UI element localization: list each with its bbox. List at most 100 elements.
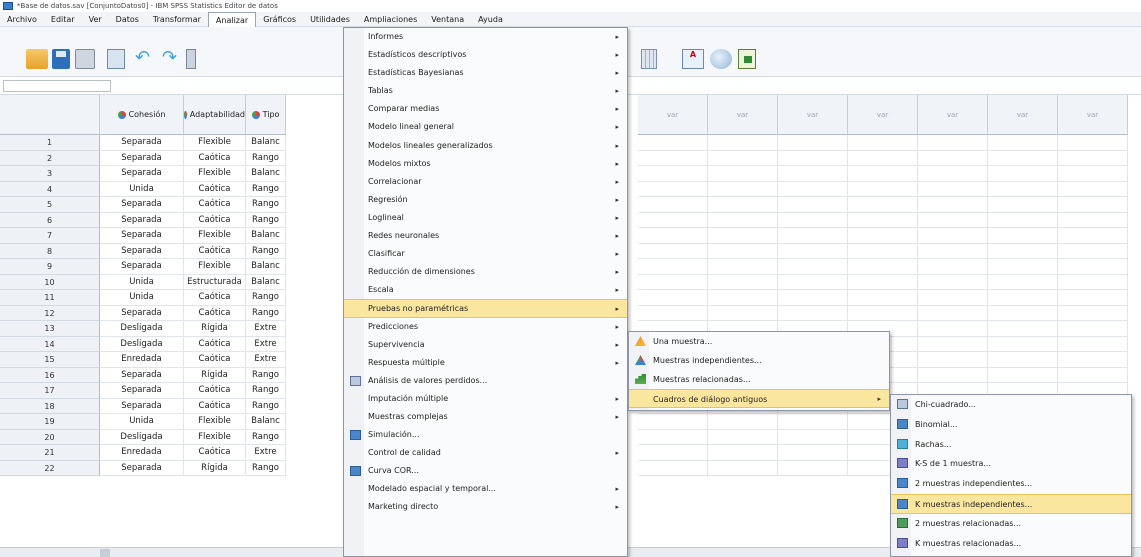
empty-cell[interactable] xyxy=(778,150,848,166)
empty-column-header[interactable]: var xyxy=(848,95,918,135)
empty-column-header[interactable]: var xyxy=(918,95,988,135)
empty-cell[interactable] xyxy=(638,414,708,430)
split-file-icon[interactable] xyxy=(641,49,657,69)
cell-cohesion[interactable]: Separada xyxy=(100,259,184,275)
cell-cohesion[interactable]: Unida xyxy=(100,414,184,430)
cell-adaptabilidad[interactable]: Caótica xyxy=(184,383,246,399)
menu-item-modelos-lineales-generalizados[interactable]: Modelos lineales generalizados ▸ xyxy=(344,137,627,155)
empty-cell[interactable] xyxy=(1058,181,1128,197)
empty-cell[interactable] xyxy=(638,274,708,290)
cell-tipo[interactable]: Balanc xyxy=(246,274,286,290)
menu-item-informes[interactable]: Informes ▸ xyxy=(344,28,627,46)
empty-cell[interactable] xyxy=(918,336,988,352)
empty-cell[interactable] xyxy=(848,243,918,259)
scroll-left-button[interactable] xyxy=(100,549,110,557)
row-number[interactable]: 5 xyxy=(0,197,100,213)
empty-cell[interactable] xyxy=(988,181,1058,197)
cell-tipo[interactable]: Rango xyxy=(246,243,286,259)
menu-item-muestras-complejas[interactable]: Muestras complejas ▸ xyxy=(344,408,627,426)
column-header-tipo[interactable]: Tipo xyxy=(246,95,286,135)
row-number[interactable]: 18 xyxy=(0,398,100,414)
empty-cell[interactable] xyxy=(708,274,778,290)
row-number[interactable]: 19 xyxy=(0,414,100,430)
menu-item-k-s-de-1-muestra[interactable]: K-S de 1 muestra... xyxy=(891,454,1131,474)
menu-item-redes-neuronales[interactable]: Redes neuronales ▸ xyxy=(344,227,627,245)
column-header-cohesion[interactable]: Cohesión xyxy=(100,95,184,135)
cell-tipo[interactable]: Rango xyxy=(246,212,286,228)
row-number[interactable]: 20 xyxy=(0,429,100,445)
empty-cell[interactable] xyxy=(1058,352,1128,368)
empty-cell[interactable] xyxy=(778,445,848,461)
cell-cohesion[interactable]: Separada xyxy=(100,243,184,259)
empty-cell[interactable] xyxy=(778,243,848,259)
empty-cell[interactable] xyxy=(778,460,848,476)
cell-adaptabilidad[interactable]: Flexible xyxy=(184,414,246,430)
menu-item-chi-cuadrado[interactable]: Chi-cuadrado... xyxy=(891,395,1131,415)
empty-cell[interactable] xyxy=(918,228,988,244)
cell-cohesion[interactable]: Separada xyxy=(100,212,184,228)
menu-item-predicciones[interactable]: Predicciones ▸ xyxy=(344,318,627,336)
empty-cell[interactable] xyxy=(1058,321,1128,337)
menu-item-respuesta-multiple[interactable]: Respuesta múltiple ▸ xyxy=(344,354,627,372)
empty-cell[interactable] xyxy=(848,274,918,290)
empty-cell[interactable] xyxy=(1058,305,1128,321)
empty-cell[interactable] xyxy=(638,181,708,197)
menu-item-correlacionar[interactable]: Correlacionar ▸ xyxy=(344,173,627,191)
cell-cohesion[interactable]: Separada xyxy=(100,398,184,414)
menu-item-2-muestras-relacionadas[interactable]: 2 muestras relacionadas... xyxy=(891,514,1131,534)
empty-cell[interactable] xyxy=(1058,228,1128,244)
menu-item-imputacion-multiple[interactable]: Imputación múltiple ▸ xyxy=(344,390,627,408)
empty-cell[interactable] xyxy=(918,290,988,306)
row-number[interactable]: 1 xyxy=(0,135,100,151)
cell-adaptabilidad[interactable]: Caótica xyxy=(184,212,246,228)
cell-tipo[interactable]: Rango xyxy=(246,290,286,306)
cell-cohesion[interactable]: Separada xyxy=(100,150,184,166)
menu-item-k-muestras-relacionadas[interactable]: K muestras relacionadas... xyxy=(891,534,1131,554)
column-header-adaptabilidad[interactable]: Adaptabilidad xyxy=(184,95,246,135)
undo-icon[interactable]: ↶ xyxy=(135,49,155,69)
menu-item-clasificar[interactable]: Clasificar ▸ xyxy=(344,245,627,263)
cell-tipo[interactable]: Rango xyxy=(246,305,286,321)
cell-adaptabilidad[interactable]: Flexible xyxy=(184,135,246,151)
cell-tipo[interactable]: Extre xyxy=(246,321,286,337)
row-number[interactable]: 9 xyxy=(0,259,100,275)
cell-tipo[interactable]: Rango xyxy=(246,181,286,197)
cell-tipo[interactable]: Extre xyxy=(246,352,286,368)
cell-tipo[interactable]: Rango xyxy=(246,383,286,399)
cell-adaptabilidad[interactable]: Flexible xyxy=(184,259,246,275)
empty-cell[interactable] xyxy=(918,321,988,337)
empty-cell[interactable] xyxy=(848,181,918,197)
menu-item-2-muestras-independientes[interactable]: 2 muestras independientes... xyxy=(891,474,1131,494)
cell-tipo[interactable]: Balanc xyxy=(246,259,286,275)
cell-cohesion[interactable]: Unida xyxy=(100,274,184,290)
empty-cell[interactable] xyxy=(638,197,708,213)
row-number[interactable]: 11 xyxy=(0,290,100,306)
menu-item-muestras-independientes[interactable]: Muestras independientes... xyxy=(629,351,889,370)
menu-item-modelo-lineal-general[interactable]: Modelo lineal general ▸ xyxy=(344,118,627,136)
cell-adaptabilidad[interactable]: Caótica xyxy=(184,336,246,352)
empty-cell[interactable] xyxy=(1058,150,1128,166)
empty-column-header[interactable]: var xyxy=(778,95,848,135)
empty-cell[interactable] xyxy=(638,135,708,151)
cell-cohesion[interactable]: Separada xyxy=(100,197,184,213)
menu-item-rachas[interactable]: Rachas... xyxy=(891,435,1131,455)
empty-cell[interactable] xyxy=(708,166,778,182)
empty-cell[interactable] xyxy=(638,259,708,275)
menu-item-modelado-espacial-y-temporal[interactable]: Modelado espacial y temporal... ▸ xyxy=(344,480,627,498)
empty-cell[interactable] xyxy=(708,228,778,244)
empty-cell[interactable] xyxy=(988,243,1058,259)
row-number[interactable]: 12 xyxy=(0,305,100,321)
print-icon[interactable] xyxy=(75,49,95,69)
empty-cell[interactable] xyxy=(1058,166,1128,182)
empty-cell[interactable] xyxy=(918,274,988,290)
menu-item-reduccion-de-dimensiones[interactable]: Reducción de dimensiones ▸ xyxy=(344,263,627,281)
empty-cell[interactable] xyxy=(638,305,708,321)
empty-cell[interactable] xyxy=(638,243,708,259)
empty-cell[interactable] xyxy=(778,181,848,197)
row-number[interactable]: 13 xyxy=(0,321,100,337)
empty-cell[interactable] xyxy=(918,352,988,368)
row-number[interactable]: 2 xyxy=(0,150,100,166)
row-number[interactable]: 8 xyxy=(0,243,100,259)
row-number[interactable]: 22 xyxy=(0,460,100,476)
cell-adaptabilidad[interactable]: Flexible xyxy=(184,228,246,244)
